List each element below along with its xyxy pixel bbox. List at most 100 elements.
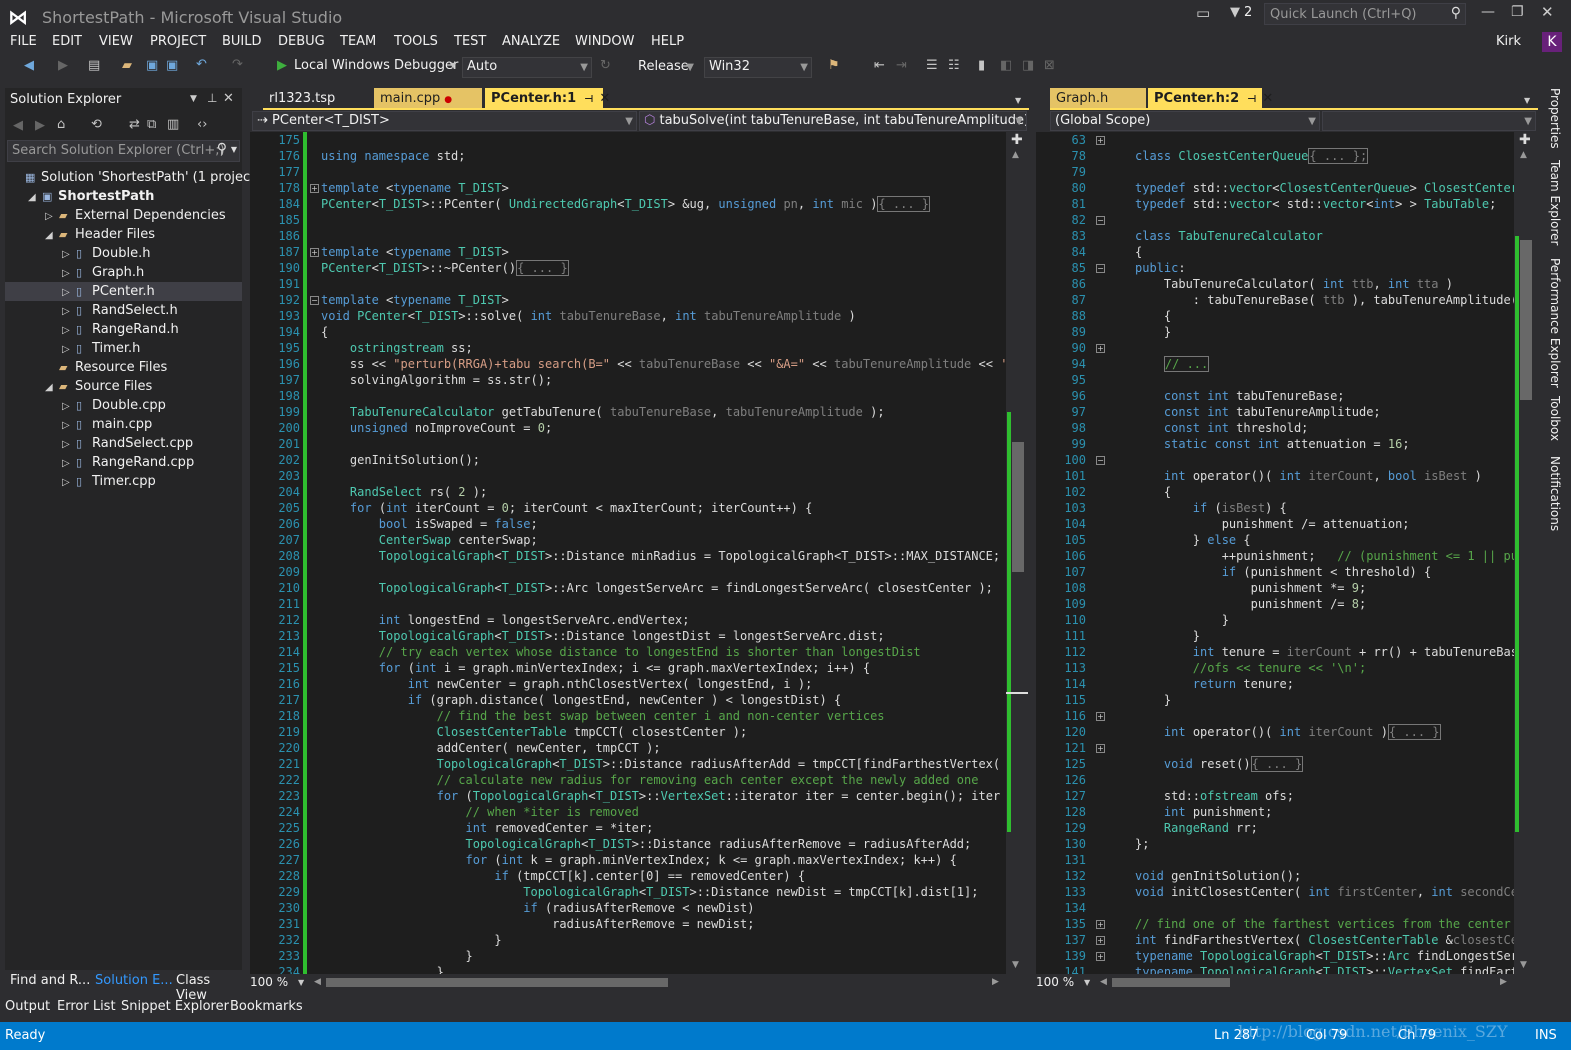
collapsed-arrow-icon[interactable]: ▷ bbox=[62, 473, 76, 492]
collapsed-arrow-icon[interactable]: ▷ bbox=[62, 302, 76, 321]
save-all-icon[interactable]: ▣ bbox=[166, 58, 178, 73]
menu-test[interactable]: TEST bbox=[454, 34, 486, 49]
menu-view[interactable]: VIEW bbox=[99, 34, 133, 49]
horizontal-scroll-thumb[interactable] bbox=[1112, 978, 1230, 987]
menu-window[interactable]: WINDOW bbox=[575, 34, 635, 49]
scroll-down-icon[interactable]: ▼ bbox=[1012, 960, 1019, 970]
right-vertical-scrollbar[interactable]: ✚ ▲ ▼ bbox=[1514, 132, 1538, 974]
open-file-icon[interactable]: ▰ bbox=[122, 58, 132, 73]
debugger-button[interactable]: Local Windows Debugger bbox=[294, 58, 458, 78]
prev-bookmark-icon[interactable]: ◧ bbox=[1000, 58, 1012, 73]
expanded-arrow-icon[interactable]: ◢ bbox=[45, 226, 59, 245]
close-icon[interactable]: ✕ bbox=[223, 91, 234, 106]
left-zoom[interactable]: 100 % bbox=[250, 975, 288, 989]
tab-toolbox[interactable]: Toolbox bbox=[1548, 396, 1562, 441]
fold-toggle-icon[interactable]: − bbox=[1096, 456, 1105, 465]
clear-bookmarks-icon[interactable]: ⊠ bbox=[1044, 58, 1055, 73]
scroll-down-icon[interactable]: ▼ bbox=[1520, 960, 1527, 970]
tree-item[interactable]: ▷ ▯ Double.h bbox=[5, 244, 242, 263]
tab-find-results[interactable]: Find and R... bbox=[10, 973, 90, 988]
scroll-right-icon[interactable]: ▶ bbox=[1500, 977, 1507, 987]
comment-icon[interactable]: ☰ bbox=[926, 58, 938, 73]
tab-output[interactable]: Output bbox=[5, 999, 50, 1014]
menu-build[interactable]: BUILD bbox=[222, 34, 262, 49]
scroll-thumb[interactable] bbox=[1520, 240, 1532, 400]
tree-item[interactable]: ▷ ▯ RangeRand.h bbox=[5, 320, 242, 339]
chevron-down-icon[interactable]: ▼ bbox=[450, 61, 456, 70]
fold-toggle-icon[interactable]: + bbox=[310, 248, 319, 257]
menu-team[interactable]: TEAM bbox=[340, 34, 376, 49]
tab-properties[interactable]: Properties bbox=[1548, 88, 1562, 149]
tree-item[interactable]: ▷ ▰ External Dependencies bbox=[5, 206, 242, 225]
tab-bookmarks[interactable]: Bookmarks bbox=[230, 999, 303, 1014]
menu-tools[interactable]: TOOLS bbox=[394, 34, 438, 49]
tree-item[interactable]: ◢ ▣ ShortestPath bbox=[5, 187, 242, 206]
tab-main-cpp[interactable]: main.cpp ● bbox=[374, 88, 482, 110]
expanded-arrow-icon[interactable]: ◢ bbox=[45, 378, 59, 397]
tree-item[interactable]: ◢ ▰ Source Files bbox=[5, 377, 242, 396]
chevron-down-icon[interactable]: ▼ bbox=[190, 94, 197, 104]
split-icon[interactable]: ✚ bbox=[1011, 132, 1023, 148]
undo-icon[interactable]: ↶ bbox=[196, 57, 207, 72]
menu-project[interactable]: PROJECT bbox=[150, 34, 206, 49]
show-all-files-icon[interactable]: ▥ bbox=[167, 117, 179, 132]
right-zoom[interactable]: 100 % bbox=[1036, 975, 1074, 989]
new-project-icon[interactable]: ▤ bbox=[88, 58, 100, 73]
tab-error-list[interactable]: Error List bbox=[57, 999, 116, 1014]
fold-toggle-icon[interactable]: + bbox=[1096, 936, 1105, 945]
collapsed-arrow-icon[interactable]: ▷ bbox=[62, 416, 76, 435]
tree-item[interactable]: ◢ ▰ Header Files bbox=[5, 225, 242, 244]
tree-item[interactable]: ▷ ▯ RandSelect.cpp bbox=[5, 434, 242, 453]
solution-config-dropdown[interactable]: Auto ▼ bbox=[462, 57, 592, 78]
tab-pcenter-h-2[interactable]: PCenter.h:2 ⊣ ✕ bbox=[1148, 88, 1273, 110]
scope-dropdown[interactable]: (Global Scope) ▼ bbox=[1050, 111, 1320, 131]
close-icon[interactable]: ✕ bbox=[599, 91, 610, 106]
fold-toggle-icon[interactable]: + bbox=[1096, 920, 1105, 929]
collapsed-arrow-icon[interactable]: ▷ bbox=[62, 435, 76, 454]
user-name[interactable]: Kirk bbox=[1496, 34, 1521, 49]
collapsed-arrow-icon[interactable]: ▷ bbox=[62, 283, 76, 302]
scroll-up-icon[interactable]: ▲ bbox=[1520, 150, 1527, 160]
minimize-button[interactable]: — bbox=[1481, 4, 1495, 20]
forward-icon[interactable]: ▶ bbox=[58, 58, 68, 73]
scroll-thumb[interactable] bbox=[1012, 442, 1024, 572]
scroll-left-icon[interactable]: ◀ bbox=[314, 977, 321, 987]
tab-pcenter-h-1[interactable]: PCenter.h:1 ⊣ ✕ bbox=[485, 88, 610, 110]
chevron-down-icon[interactable]: ▼ bbox=[1524, 96, 1530, 105]
find-in-files-icon[interactable]: ⚑ bbox=[828, 58, 840, 73]
expanded-arrow-icon[interactable]: ◢ bbox=[28, 188, 42, 207]
chevron-down-icon[interactable]: ▼ bbox=[231, 145, 237, 154]
pin-icon[interactable]: ⊣ bbox=[584, 94, 593, 105]
fold-toggle-icon[interactable]: + bbox=[1096, 744, 1105, 753]
fold-toggle-icon[interactable]: − bbox=[1096, 264, 1105, 273]
fold-toggle-icon[interactable]: + bbox=[1096, 952, 1105, 961]
refresh-icon[interactable]: ↻ bbox=[600, 58, 611, 73]
tab-solution-explorer[interactable]: Solution E... bbox=[95, 973, 173, 988]
tab-snippet-explorer[interactable]: Snippet Explorer bbox=[121, 999, 229, 1014]
sync-icon[interactable]: ⟲ bbox=[91, 117, 102, 132]
notification-icon[interactable]: ▼ bbox=[1230, 5, 1240, 20]
close-button[interactable]: ✕ bbox=[1541, 3, 1554, 21]
tree-item[interactable]: ▷ ▯ PCenter.h bbox=[5, 282, 242, 301]
tab-graph-h[interactable]: Graph.h bbox=[1050, 88, 1146, 110]
user-avatar[interactable]: K bbox=[1542, 32, 1562, 52]
collapsed-arrow-icon[interactable]: ▷ bbox=[62, 264, 76, 283]
menu-file[interactable]: FILE bbox=[10, 34, 37, 49]
left-code-text[interactable]: using namespace std; template <typename … bbox=[321, 132, 1006, 974]
forward-icon[interactable]: ▶ bbox=[35, 118, 45, 133]
restore-button[interactable]: ❐ bbox=[1511, 4, 1524, 20]
back-icon[interactable]: ◀ bbox=[24, 58, 34, 73]
close-icon[interactable]: ✕ bbox=[1262, 91, 1273, 106]
tab-rl1323-tsp[interactable]: rl1323.tsp bbox=[263, 88, 371, 110]
chevron-down-icon[interactable]: ▼ bbox=[1015, 96, 1021, 105]
left-vertical-scrollbar[interactable]: ✚ ▲ ▼ bbox=[1006, 132, 1029, 974]
fold-toggle-icon[interactable]: − bbox=[1096, 216, 1105, 225]
right-code-text[interactable]: class ClosestCenterQueue{ ... }; typedef… bbox=[1135, 132, 1514, 974]
fold-toggle-icon[interactable]: + bbox=[1096, 136, 1105, 145]
fold-toggle-icon[interactable]: + bbox=[1096, 712, 1105, 721]
tree-item[interactable]: ▷ ▯ main.cpp bbox=[5, 415, 242, 434]
scroll-right-icon[interactable]: ▶ bbox=[992, 977, 999, 987]
tree-item[interactable]: ▷ ▯ Timer.h bbox=[5, 339, 242, 358]
fold-toggle-icon[interactable]: + bbox=[310, 184, 319, 193]
uncomment-icon[interactable]: ☷ bbox=[948, 58, 960, 73]
